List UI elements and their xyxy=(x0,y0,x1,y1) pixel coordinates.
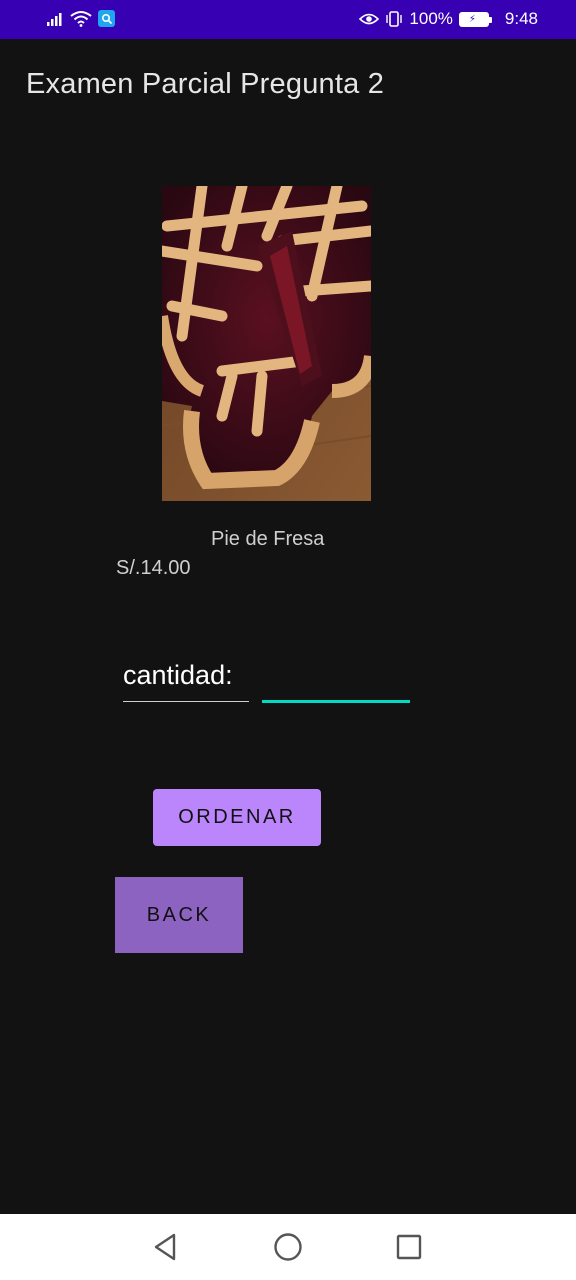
search-icon xyxy=(98,10,115,27)
back-triangle-icon[interactable] xyxy=(148,1230,182,1264)
signal-icon xyxy=(47,12,62,26)
status-time: 9:48 xyxy=(504,9,538,28)
product-price: S/.14.00 xyxy=(116,557,191,579)
product-name: Pie de Fresa xyxy=(211,528,325,550)
quantity-label: cantidad: xyxy=(123,660,249,702)
status-right-icons: 100% ⚡ 9:48 xyxy=(359,9,538,29)
status-bar: 100% ⚡ 9:48 xyxy=(0,0,576,39)
quantity-input[interactable] xyxy=(262,662,410,703)
battery-icon: ⚡ xyxy=(458,11,492,27)
status-left-icons xyxy=(46,10,115,27)
pie-image xyxy=(162,186,371,501)
page-title: Examen Parcial Pregunta 2 xyxy=(26,68,385,100)
wifi-icon xyxy=(70,11,92,27)
vibrate-icon xyxy=(386,11,403,27)
order-button[interactable]: ORDENAR xyxy=(153,789,321,846)
navigation-bar xyxy=(0,1214,576,1280)
eye-icon xyxy=(359,13,380,25)
home-circle-icon[interactable] xyxy=(271,1230,305,1264)
app-screen: 100% ⚡ 9:48 Examen Parcial Pregunta 2 Pi… xyxy=(0,0,576,1280)
back-button[interactable]: BACK xyxy=(115,877,243,953)
battery-percent: 100% xyxy=(409,9,453,28)
recents-square-icon[interactable] xyxy=(392,1230,426,1264)
